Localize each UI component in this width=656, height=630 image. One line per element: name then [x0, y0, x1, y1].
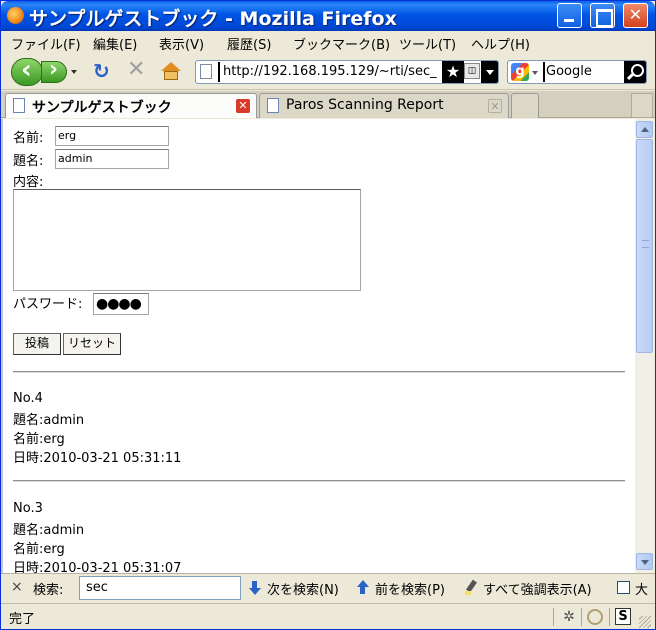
- post-subject: 題名:admin: [13, 523, 85, 538]
- google-icon[interactable]: g: [511, 63, 529, 81]
- tab-close-icon[interactable]: ✕: [488, 99, 502, 113]
- url-bar[interactable]: http://192.168.195.129/~rti/sec_ ★ ◫: [195, 60, 499, 84]
- subject-label: 題名:: [13, 154, 44, 169]
- menu-history[interactable]: 履歴(S): [227, 34, 271, 53]
- arrow-down-icon[interactable]: [249, 581, 261, 595]
- search-bar[interactable]: g Google: [507, 60, 647, 84]
- menu-help[interactable]: ヘルプ(H): [471, 34, 530, 53]
- divider: [13, 371, 625, 373]
- url-dropdown-icon[interactable]: [481, 61, 498, 83]
- tab-label: サンプルゲストブック: [32, 100, 172, 116]
- menu-file[interactable]: ファイル(F): [11, 34, 81, 53]
- find-previous-button[interactable]: 前を検索(P): [375, 579, 445, 598]
- tab-list-button[interactable]: [631, 93, 653, 118]
- subject-input[interactable]: admin: [55, 149, 169, 169]
- history-dropdown-icon[interactable]: [71, 70, 77, 74]
- menu-view[interactable]: 表示(V): [159, 34, 204, 53]
- home-icon[interactable]: [161, 62, 181, 80]
- content-label: 内容:: [13, 175, 44, 190]
- status-text: 完了: [9, 612, 36, 627]
- scroll-down-icon[interactable]: [636, 553, 653, 570]
- name-input[interactable]: erg: [55, 126, 169, 146]
- post-author: 名前:erg: [13, 542, 65, 557]
- menu-edit[interactable]: 編集(E): [93, 34, 137, 53]
- stop-icon[interactable]: ✕: [127, 59, 147, 81]
- page-icon: [200, 64, 212, 79]
- highlight-all-button[interactable]: すべて強調表示(A): [483, 579, 592, 598]
- content-textarea[interactable]: [13, 189, 361, 291]
- navigation-toolbar: ↻ ✕ http://192.168.195.129/~rti/sec_ ★ ◫…: [1, 54, 655, 90]
- find-input[interactable]: sec: [79, 576, 241, 600]
- forward-button[interactable]: [41, 57, 67, 83]
- post-datetime: 日時:2010-03-21 05:31:07: [13, 561, 182, 573]
- find-bar: × 検索: sec 次を検索(N) 前を検索(P) すべて強調表示(A) 大: [1, 573, 655, 603]
- close-button[interactable]: ✕: [623, 3, 648, 28]
- menu-bar: ファイル(F) 編集(E) 表示(V) 履歴(S) ブックマーク(B) ツール(…: [1, 31, 655, 53]
- submit-button[interactable]: 投稿: [13, 333, 61, 355]
- reload-icon[interactable]: ↻: [93, 61, 113, 81]
- text-cursor: [218, 62, 220, 82]
- window-title: サンプルゲストブック - Mozilla Firefox: [29, 8, 397, 30]
- s-status-icon[interactable]: S: [615, 608, 631, 625]
- tab-guestbook[interactable]: サンプルゲストブック ✕: [5, 93, 257, 118]
- page-content: 名前: erg 題名: admin 内容: パスワード: ●●●● 投稿 リセッ…: [1, 119, 635, 573]
- post-datetime: 日時:2010-03-21 05:31:11: [13, 451, 182, 466]
- firefox-icon: [7, 7, 24, 24]
- close-find-icon[interactable]: ×: [11, 579, 23, 595]
- match-case-label: 大: [635, 583, 649, 598]
- scrollbar-thumb[interactable]: [636, 139, 653, 353]
- post-number: No.3: [13, 501, 43, 516]
- find-next-button[interactable]: 次を検索(N): [267, 579, 339, 598]
- addon-status-icon[interactable]: [587, 609, 603, 625]
- new-tab-button[interactable]: [511, 93, 539, 118]
- maximize-button[interactable]: [590, 3, 615, 28]
- minimize-button[interactable]: [557, 3, 582, 28]
- bookmark-star-icon[interactable]: ★: [442, 61, 464, 83]
- menu-bookmarks[interactable]: ブックマーク(B): [293, 34, 390, 53]
- search-icon[interactable]: [624, 61, 646, 83]
- page-icon: [267, 98, 279, 113]
- browser-window: サンプルゲストブック - Mozilla Firefox ✕ ファイル(F) 編…: [0, 0, 656, 630]
- highlighter-icon[interactable]: [463, 580, 479, 596]
- tab-paros-report[interactable]: Paros Scanning Report ✕: [259, 93, 509, 118]
- match-case-checkbox[interactable]: [617, 581, 630, 594]
- password-label: パスワード:: [13, 297, 83, 312]
- tab-close-icon[interactable]: ✕: [236, 99, 250, 113]
- post-number: No.4: [13, 391, 43, 406]
- reset-button[interactable]: リセット: [63, 333, 121, 355]
- search-engine-label: Google: [546, 64, 592, 79]
- tab-label: Paros Scanning Report: [286, 97, 444, 113]
- name-label: 名前:: [13, 131, 44, 146]
- post-subject: 題名:admin: [13, 413, 85, 428]
- search-engine-dropdown-icon[interactable]: [532, 71, 538, 75]
- title-bar[interactable]: サンプルゲストブック - Mozilla Firefox ✕: [1, 1, 655, 31]
- menu-tools[interactable]: ツール(T): [399, 34, 456, 53]
- find-label: 検索:: [33, 583, 64, 598]
- url-text[interactable]: http://192.168.195.129/~rti/sec_: [223, 64, 437, 79]
- tab-bar: サンプルゲストブック ✕ Paros Scanning Report ✕: [1, 91, 655, 118]
- bug-icon[interactable]: ✲: [561, 609, 577, 625]
- arrow-up-icon[interactable]: [357, 580, 369, 594]
- status-bar: 完了 ✲ S: [1, 603, 655, 629]
- feed-icon[interactable]: ◫: [464, 63, 480, 79]
- post-author: 名前:erg: [13, 432, 65, 447]
- page-icon: [13, 98, 25, 113]
- scroll-up-icon[interactable]: [636, 121, 653, 138]
- divider: [13, 480, 625, 482]
- text-cursor: [543, 62, 545, 82]
- resize-grip[interactable]: [639, 616, 651, 628]
- back-button[interactable]: [11, 55, 43, 86]
- password-input[interactable]: ●●●●: [93, 293, 149, 315]
- vertical-scrollbar[interactable]: [635, 119, 654, 573]
